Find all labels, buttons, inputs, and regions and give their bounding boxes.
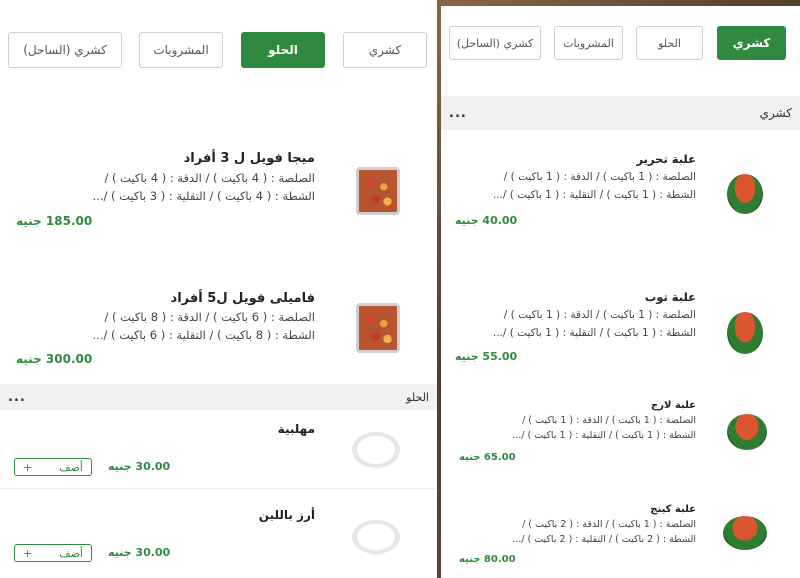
item-name: علبة لارج [651, 400, 696, 411]
item-name: ميجا فويل ل 3 أفراد [183, 151, 315, 166]
koshari-tray-image [356, 167, 400, 215]
menu-item[interactable]: علبة تحرير الصلصة : ( 1 باكيت ) / الدقة … [441, 152, 800, 232]
menu-item[interactable]: علبة كينج الصلصة : ( 1 باكيت ) / الدقة :… [441, 504, 800, 570]
item-price: 30.00 جنيه [108, 460, 171, 473]
item-desc-line2: الشطة : ( 4 باكيت ) / التقلية : ( 3 باكي… [92, 189, 315, 203]
item-price: 185.00 جنيه [16, 214, 93, 228]
more-options-icon[interactable]: ... [449, 106, 467, 121]
tab-koshari-sahel[interactable]: كشري (الساحل) [449, 26, 541, 60]
koshari-bowl-image [727, 312, 763, 354]
add-button[interactable]: أضف + [14, 544, 92, 562]
menu-item[interactable]: أرز باللبن 30.00 جنيه أضف + [0, 504, 437, 566]
item-desc-line1: الصلصة : ( 1 باكيت ) / الدقة : ( 1 باكيت… [522, 415, 696, 426]
item-desc-line2: الشطة : ( 1 باكيت ) / التقلية : ( 1 باكي… [492, 327, 696, 339]
menu-item[interactable]: علبة لارج الصلصة : ( 1 باكيت ) / الدقة :… [441, 400, 800, 466]
item-name: مهلبية [277, 422, 315, 436]
item-desc-line1: الصلصة : ( 1 باكيت ) / الدقة : ( 1 باكيت… [503, 171, 696, 183]
menu-panel-left: كشري الحلو المشروبات كشري (الساحل) ميجا … [0, 0, 437, 578]
item-price: 65.00 جنيه [459, 452, 516, 463]
menu-item[interactable]: علبة توب الصلصة : ( 1 باكيت ) / الدقة : … [441, 290, 800, 370]
divider [0, 488, 437, 489]
tab-koshari-sahel[interactable]: كشري (الساحل) [8, 32, 122, 68]
item-price: 30.00 جنيه [108, 546, 171, 559]
more-options-icon[interactable]: ... [8, 390, 26, 405]
item-desc-line2: الشطة : ( 8 باكيت ) / التقلية : ( 6 باكي… [92, 328, 315, 342]
add-button[interactable]: أضف + [14, 458, 92, 476]
menu-item[interactable]: ميجا فويل ل 3 أفراد الصلصة : ( 4 باكيت )… [0, 150, 437, 230]
item-name: علبة توب [644, 290, 696, 304]
rice-pudding-image [352, 520, 400, 554]
tab-drinks[interactable]: المشروبات [554, 26, 623, 60]
koshari-bowl-image [723, 516, 767, 550]
item-name: أرز باللبن [258, 508, 315, 522]
tab-sweets[interactable]: الحلو [636, 26, 703, 60]
section-title: كشري [759, 106, 792, 120]
menu-panel-right: كشري الحلو المشروبات كشري (الساحل) كشري … [441, 6, 800, 578]
item-desc-line2: الشطة : ( 2 باكيت ) / التقلية : ( 2 باكي… [512, 534, 696, 545]
item-name: علبة كينج [650, 504, 696, 515]
item-desc-line2: الشطة : ( 1 باكيت ) / التقلية : ( 1 باكي… [512, 430, 696, 441]
section-header-sweets: الحلو ... [0, 384, 437, 410]
plus-icon: + [23, 460, 33, 474]
item-price: 40.00 جنيه [455, 214, 518, 227]
item-desc-line1: الصلصة : ( 6 باكيت ) / الدقة : ( 8 باكيت… [104, 310, 315, 324]
plus-icon: + [23, 546, 33, 560]
item-name: علبة تحرير [636, 152, 696, 166]
add-label: أضف [59, 460, 83, 474]
tab-koshari[interactable]: كشري [717, 26, 786, 60]
koshari-bowl-image [727, 414, 767, 450]
koshari-tray-image [356, 303, 400, 353]
tab-koshari[interactable]: كشري [343, 32, 427, 68]
koshari-bowl-image [727, 174, 763, 214]
item-desc-line1: الصلصة : ( 1 باكيت ) / الدقة : ( 1 باكيت… [503, 309, 696, 321]
section-header-koshari: كشري ... [441, 96, 800, 130]
item-price: 55.00 جنيه [455, 350, 518, 363]
item-price: 300.00 جنيه [16, 352, 93, 366]
item-price: 80.00 جنيه [459, 554, 516, 565]
mahalabia-image [352, 432, 400, 468]
item-name: فاميلى فويل ل5 أفراد [170, 291, 315, 306]
tab-drinks[interactable]: المشروبات [139, 32, 223, 68]
menu-item[interactable]: فاميلى فويل ل5 أفراد الصلصة : ( 6 باكيت … [0, 288, 437, 373]
tab-sweets[interactable]: الحلو [241, 32, 325, 68]
item-desc-line1: الصلصة : ( 4 باكيت ) / الدقة : ( 4 باكيت… [104, 171, 315, 185]
add-label: أضف [59, 546, 83, 560]
section-title: الحلو [406, 390, 429, 404]
item-desc-line1: الصلصة : ( 1 باكيت ) / الدقة : ( 2 باكيت… [522, 519, 696, 530]
item-desc-line2: الشطة : ( 1 باكيت ) / التقلية : ( 1 باكي… [492, 189, 696, 201]
menu-item[interactable]: مهلبية 30.00 جنيه أضف + [0, 418, 437, 480]
